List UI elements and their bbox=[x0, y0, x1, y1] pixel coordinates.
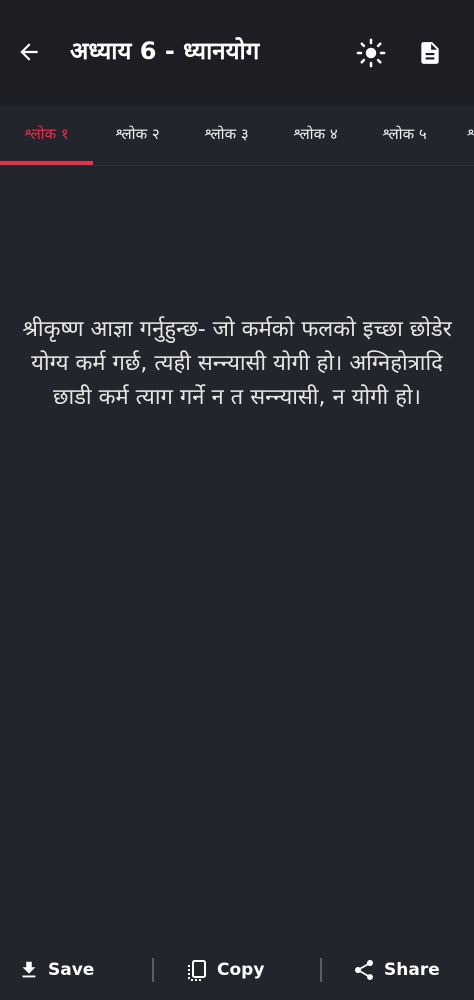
save-label: Save bbox=[48, 960, 95, 980]
back-arrow-icon bbox=[20, 43, 38, 61]
document-icon bbox=[421, 42, 439, 64]
download-icon bbox=[22, 961, 36, 978]
action-divider bbox=[152, 958, 154, 982]
tab-verse-1[interactable]: श्लोक १ bbox=[0, 105, 93, 162]
document-button[interactable] bbox=[413, 36, 447, 70]
app-bar: अध्याय 6 - ध्यानयोग bbox=[0, 0, 474, 105]
tab-verse-4[interactable]: श्लोक ४ bbox=[271, 105, 360, 162]
brightness-icon bbox=[356, 38, 386, 68]
tab-verse-5[interactable]: श्लोक ५ bbox=[360, 105, 449, 162]
copy-label: Copy bbox=[217, 960, 265, 980]
page-title: अध्याय 6 - ध्यानयोग bbox=[70, 37, 260, 65]
verse-text: श्रीकृष्ण आज्ञा गर्नुहुन्छ- जो कर्मको फल… bbox=[22, 317, 452, 410]
back-button[interactable] bbox=[12, 34, 46, 70]
verse-tab-bar: श्लोक १ श्लोक २ श्लोक ३ श्लोक ४ श्लोक ५ … bbox=[0, 105, 474, 166]
theme-toggle-button[interactable] bbox=[354, 36, 388, 70]
tab-verse-6[interactable]: श्लोक ६ bbox=[449, 105, 474, 162]
action-divider bbox=[320, 958, 322, 982]
save-button[interactable]: Save bbox=[18, 952, 94, 988]
share-label: Share bbox=[384, 960, 440, 980]
tab-verse-2[interactable]: श्लोक २ bbox=[93, 105, 182, 162]
active-tab-indicator bbox=[0, 161, 93, 165]
copy-icon bbox=[188, 960, 206, 981]
bottom-action-bar: Save Copy Share bbox=[0, 940, 474, 1000]
share-icon bbox=[355, 960, 373, 980]
share-button[interactable]: Share bbox=[352, 952, 440, 988]
copy-button[interactable]: Copy bbox=[185, 952, 264, 988]
tab-verse-3[interactable]: श्लोक ३ bbox=[182, 105, 271, 162]
